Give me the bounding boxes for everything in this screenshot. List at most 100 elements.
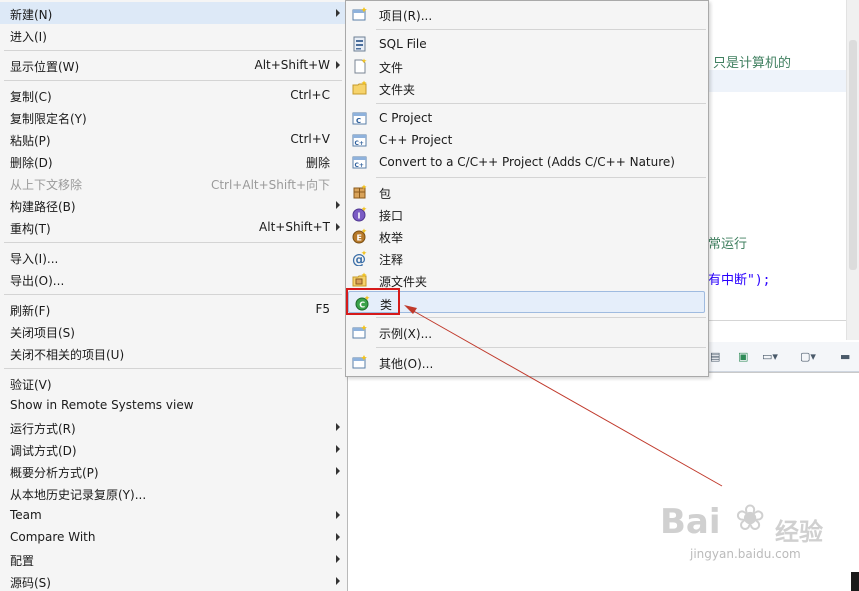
submenu-item-c-project[interactable]: C C Project — [346, 107, 708, 129]
submenu-item-label: 接口 — [379, 209, 404, 223]
submenu-item-interface[interactable]: I 接口 — [346, 203, 708, 225]
menu-shortcut: Alt+Shift+T — [259, 220, 330, 234]
source-folder-icon — [352, 272, 367, 287]
submenu-arrow-icon — [336, 577, 340, 585]
new-submenu: 项目(R)... SQL File 文件 文件夹 C C Project C+ … — [345, 0, 709, 377]
other-icon — [352, 355, 367, 369]
menu-shortcut: Ctrl+V — [290, 132, 330, 146]
menu-item-copy[interactable]: 复制(C) Ctrl+C — [0, 84, 346, 106]
menu-item-show-in[interactable]: 显示位置(W) Alt+Shift+W — [0, 54, 346, 76]
svg-text:E: E — [357, 234, 362, 243]
menu-item-close-unrelated[interactable]: 关闭不相关的项目(U) — [0, 342, 346, 364]
annotation-icon: @ — [352, 250, 367, 266]
menu-item-show-remote[interactable]: Show in Remote Systems view — [0, 394, 346, 416]
cpp-project-icon: C+ — [352, 134, 367, 147]
submenu-item-file[interactable]: 文件 — [346, 55, 708, 77]
menu-item-source[interactable]: 源码(S) — [0, 570, 346, 591]
menu-shortcut: Ctrl+Alt+Shift+向下 — [210, 178, 330, 192]
menu-shortcut: Alt+Shift+W — [254, 58, 331, 72]
submenu-item-other[interactable]: 其他(O)... — [346, 351, 708, 373]
sql-file-icon — [353, 36, 366, 52]
menu-item-label: Show in Remote Systems view — [10, 398, 194, 412]
submenu-item-label: C++ Project — [379, 133, 453, 147]
menu-shortcut: F5 — [315, 302, 330, 316]
new-view-icon[interactable]: ▢▾ — [800, 350, 816, 363]
svg-text:I: I — [358, 212, 361, 221]
submenu-item-label: 文件 — [379, 61, 404, 75]
submenu-item-example[interactable]: 示例(X)... — [346, 321, 708, 343]
menu-separator — [4, 242, 342, 243]
submenu-arrow-icon — [336, 445, 340, 453]
menu-item-remove-from-context: 从上下文移除 Ctrl+Alt+Shift+向下 — [0, 172, 346, 194]
submenu-item-label: 项目(R)... — [379, 9, 433, 23]
menu-item-copy-qualified[interactable]: 复制限定名(Y) — [0, 106, 346, 128]
watermark-logo: Bai — [660, 502, 721, 542]
submenu-item-label: SQL File — [379, 37, 427, 51]
menu-item-label: 导出(O)... — [10, 274, 65, 288]
menu-item-label: 粘贴(P) — [10, 134, 51, 148]
menu-item-label: 进入(I) — [10, 30, 47, 44]
submenu-item-sql-file[interactable]: SQL File — [346, 33, 708, 55]
menu-separator — [4, 368, 342, 369]
menu-item-import[interactable]: 导入(I)... — [0, 246, 346, 268]
menu-item-paste[interactable]: 粘贴(P) Ctrl+V — [0, 128, 346, 150]
menu-item-compare-with[interactable]: Compare With — [0, 526, 346, 548]
menu-item-delete[interactable]: 删除(D) 删除 — [0, 150, 346, 172]
submenu-arrow-icon — [336, 201, 340, 209]
menu-item-profile-as[interactable]: 概要分析方式(P) — [0, 460, 346, 482]
menu-item-label: Team — [10, 508, 42, 522]
menu-item-label: 概要分析方式(P) — [10, 466, 99, 480]
editor-scrollbar[interactable] — [846, 0, 859, 340]
menu-item-close-project[interactable]: 关闭项目(S) — [0, 320, 346, 342]
package-icon — [353, 184, 367, 199]
menu-item-go-into[interactable]: 进入(I) — [0, 24, 346, 46]
submenu-item-label: Convert to a C/C++ Project (Adds C/C++ N… — [379, 155, 675, 169]
menu-item-validate[interactable]: 验证(V) — [0, 372, 346, 394]
submenu-item-convert-cpp[interactable]: C+ Convert to a C/C++ Project (Adds C/C+… — [346, 151, 708, 173]
svg-text:C+: C+ — [355, 140, 364, 147]
submenu-arrow-icon — [336, 511, 340, 519]
menu-item-new[interactable]: 新建(N) — [0, 2, 346, 24]
menu-separator — [4, 80, 342, 81]
menu-item-debug-as[interactable]: 调试方式(D) — [0, 438, 346, 460]
submenu-item-package[interactable]: 包 — [346, 181, 708, 203]
scrollbar-thumb[interactable] — [849, 40, 857, 270]
submenu-arrow-icon — [336, 61, 340, 69]
menu-item-run-as[interactable]: 运行方式(R) — [0, 416, 346, 438]
submenu-item-folder[interactable]: 文件夹 — [346, 77, 708, 99]
menu-item-export[interactable]: 导出(O)... — [0, 268, 346, 290]
submenu-item-label: 其他(O)... — [379, 357, 434, 371]
submenu-item-annotation[interactable]: @ 注释 — [346, 247, 708, 269]
monitor-icon[interactable]: ▭▾ — [762, 350, 778, 363]
menu-item-label: 复制限定名(Y) — [10, 112, 87, 126]
submenu-item-cpp-project[interactable]: C+ C++ Project — [346, 129, 708, 151]
menu-shortcut: Ctrl+C — [290, 88, 330, 102]
submenu-arrow-icon — [336, 467, 340, 475]
menu-item-team[interactable]: Team — [0, 504, 346, 526]
menu-item-label: 关闭项目(S) — [10, 326, 75, 340]
menu-item-label: 源码(S) — [10, 576, 51, 590]
submenu-item-source-folder[interactable]: 源文件夹 — [346, 269, 708, 291]
submenu-item-project[interactable]: 项目(R)... — [346, 3, 708, 25]
editor-divider — [700, 320, 846, 321]
menu-item-refactor[interactable]: 重构(T) Alt+Shift+T — [0, 216, 346, 238]
menu-item-restore-history[interactable]: 从本地历史记录复原(Y)... — [0, 482, 346, 504]
minimize-icon[interactable]: ▬ — [840, 350, 850, 363]
convert-cpp-icon: C+ — [352, 156, 367, 169]
toolbar-icon[interactable]: ▤ — [710, 350, 720, 363]
menu-item-build-path[interactable]: 构建路径(B) — [0, 194, 346, 216]
menu-item-label: 删除(D) — [10, 156, 53, 170]
menu-item-refresh[interactable]: 刷新(F) F5 — [0, 298, 346, 320]
menu-item-label: 从上下文移除 — [10, 178, 83, 192]
toolbar-icon[interactable]: ▣ — [738, 350, 748, 363]
interface-icon: I — [352, 206, 367, 222]
submenu-item-enum[interactable]: E 枚举 — [346, 225, 708, 247]
submenu-item-label: 枚举 — [379, 231, 404, 245]
submenu-arrow-icon — [336, 423, 340, 431]
svg-text:C+: C+ — [355, 162, 364, 169]
menu-separator — [376, 177, 706, 178]
window-edge — [851, 572, 859, 591]
menu-separator — [376, 29, 706, 30]
submenu-item-class[interactable]: C 类 — [348, 291, 705, 313]
menu-item-configure[interactable]: 配置 — [0, 548, 346, 570]
